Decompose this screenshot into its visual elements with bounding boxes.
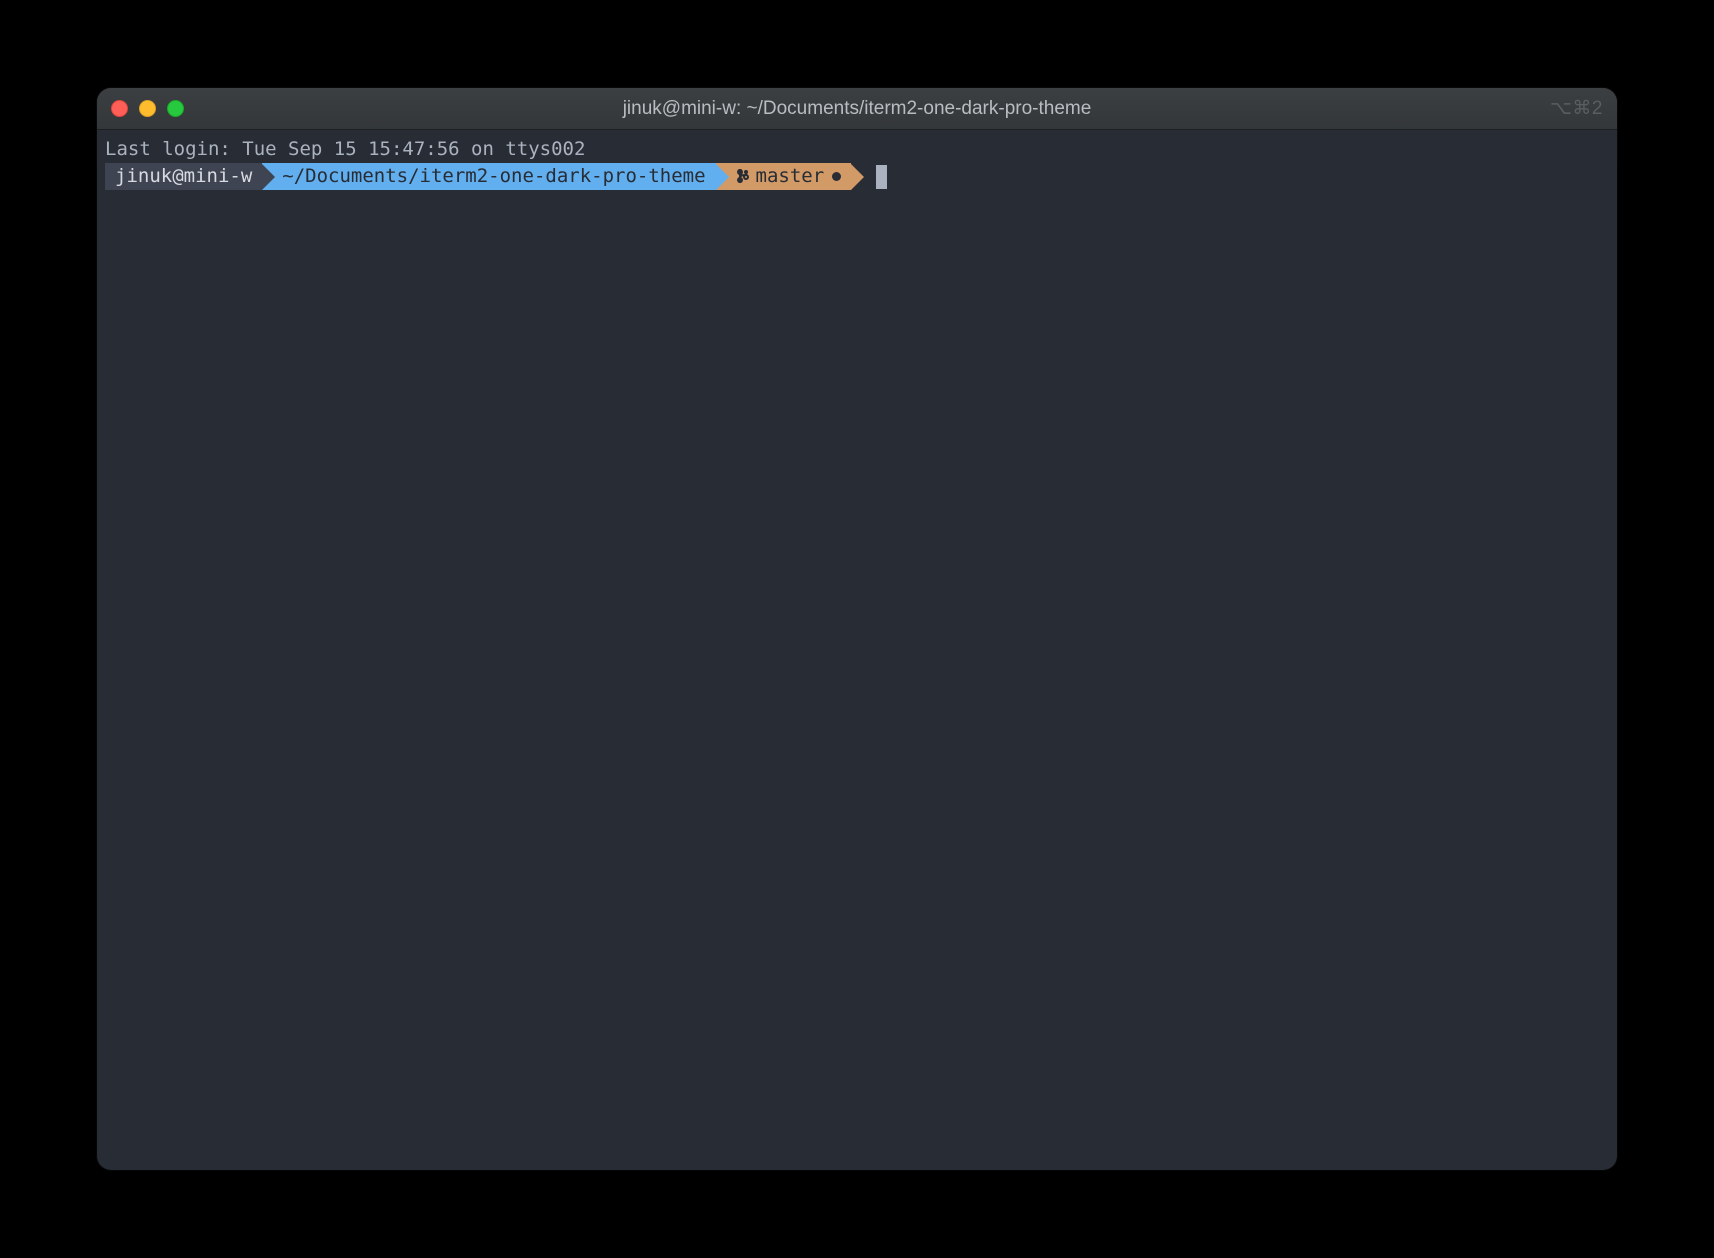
prompt-git-branch: master [756, 163, 825, 190]
segment-separator-icon [851, 164, 864, 190]
close-button[interactable] [111, 100, 128, 117]
prompt-user-host: jinuk@mini-w [115, 163, 252, 190]
prompt-git-segment: master [716, 163, 852, 190]
prompt-user-host-segment: jinuk@mini-w [105, 163, 262, 190]
segment-separator-icon [262, 164, 275, 190]
prompt-path: ~/Documents/iterm2-one-dark-pro-theme [282, 163, 705, 190]
segment-separator-icon [716, 164, 729, 190]
terminal-window: jinuk@mini-w: ~/Documents/iterm2-one-dar… [97, 88, 1617, 1170]
zoom-button[interactable] [167, 100, 184, 117]
window-title: jinuk@mini-w: ~/Documents/iterm2-one-dar… [97, 98, 1617, 120]
hotkey-indicator: ⌥⌘2 [1550, 97, 1603, 120]
git-branch-icon [736, 168, 750, 185]
prompt-path-segment: ~/Documents/iterm2-one-dark-pro-theme [262, 163, 715, 190]
titlebar[interactable]: jinuk@mini-w: ~/Documents/iterm2-one-dar… [97, 88, 1617, 130]
terminal-body[interactable]: Last login: Tue Sep 15 15:47:56 on ttys0… [97, 130, 1617, 1170]
last-login-text: Last login: Tue Sep 15 15:47:56 on ttys0… [105, 136, 1609, 163]
traffic-lights [111, 100, 184, 117]
prompt-line: jinuk@mini-w ~/Documents/iterm2-one-dark… [105, 163, 1609, 190]
git-dirty-icon [832, 172, 841, 181]
minimize-button[interactable] [139, 100, 156, 117]
terminal-cursor[interactable] [876, 165, 887, 189]
